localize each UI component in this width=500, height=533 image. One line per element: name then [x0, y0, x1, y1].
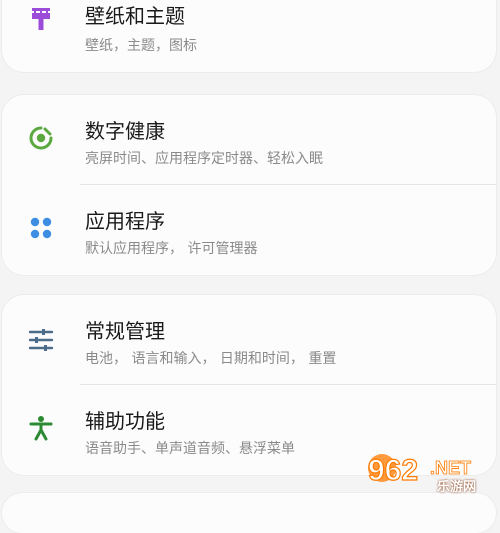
settings-item-apps[interactable]: 应用程序 默认应用程序， 许可管理器: [2, 185, 496, 275]
settings-item-digital-wellbeing[interactable]: 数字健康 亮屏时间、应用程序定时器、轻松入眠: [2, 95, 496, 185]
settings-card-wellbeing-apps: 数字健康 亮屏时间、应用程序定时器、轻松入眠 应用程序 默认应用程序， 许可管理…: [2, 95, 496, 275]
wallpaper-title: 壁纸和主题: [85, 4, 185, 28]
accessibility-icon: [28, 415, 54, 441]
apps-subtitle: 默认应用程序， 许可管理器: [85, 241, 258, 257]
watermark-logo: 962 .NET: [360, 446, 500, 500]
settings-card-display: 壁纸和主题 壁纸，主题，图标: [2, 0, 496, 72]
paintbrush-icon: [28, 6, 54, 32]
svg-text:.NET: .NET: [430, 458, 471, 478]
sliders-icon: [28, 327, 54, 353]
svg-text:962: 962: [368, 454, 418, 487]
accessibility-subtitle: 语音助手、单声道音频、悬浮菜单: [85, 441, 295, 457]
accessibility-title: 辅助功能: [85, 409, 165, 433]
settings-item-wallpaper[interactable]: 壁纸和主题 壁纸，主题，图标: [2, 0, 496, 70]
general-management-title: 常规管理: [85, 319, 165, 343]
watermark-site-label: 乐游网: [437, 480, 477, 495]
apps-title: 应用程序: [85, 209, 165, 233]
wallpaper-subtitle: 壁纸，主题，图标: [85, 38, 197, 54]
digital-wellbeing-title: 数字健康: [85, 119, 165, 143]
wellbeing-icon: [28, 125, 54, 151]
digital-wellbeing-subtitle: 亮屏时间、应用程序定时器、轻松入眠: [85, 151, 323, 167]
apps-grid-icon: [28, 215, 54, 241]
general-management-subtitle: 电池， 语言和输入， 日期和时间， 重置: [85, 351, 337, 367]
settings-item-general-management[interactable]: 常规管理 电池， 语言和输入， 日期和时间， 重置: [2, 295, 496, 385]
